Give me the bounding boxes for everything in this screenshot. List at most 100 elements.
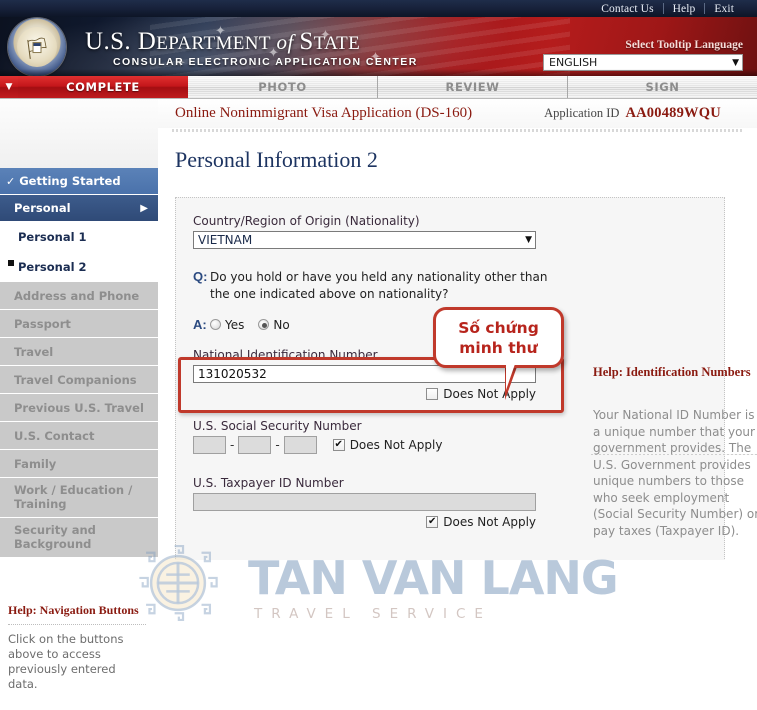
sidebar-item-label: Security and bbox=[14, 523, 96, 537]
annotation-callout-line2: minh thư bbox=[459, 338, 538, 357]
tooltip-language-select[interactable]: ENGLISH ▼ bbox=[543, 54, 743, 71]
sidebar-item-label: Previous U.S. Travel bbox=[14, 400, 144, 415]
annotation-callout-line1: Số chứng bbox=[458, 318, 539, 337]
ssn-segment-3[interactable] bbox=[283, 436, 317, 454]
sidebar-item-family: Family bbox=[0, 450, 158, 478]
application-page: Contact Us Help Exit ✦ ✦ ✦ ✦ ✦ 🏳 U.S. DE… bbox=[0, 0, 757, 710]
tab-complete[interactable]: COMPLETE bbox=[18, 76, 188, 98]
check-icon: ✓ bbox=[6, 174, 16, 188]
tab-sign[interactable]: SIGN bbox=[568, 76, 757, 98]
sidebar-item-passport: Passport bbox=[0, 310, 158, 338]
question-row: Q: Do you hold or have you held any nati… bbox=[193, 269, 556, 303]
chevron-down-icon: ▼ bbox=[732, 57, 739, 68]
ssn-group: U.S. Social Security Number - - ✔ Does N… bbox=[193, 419, 556, 454]
country-value: VIETNAM bbox=[198, 233, 253, 247]
sidebar-item-getting-started[interactable]: ✓ Getting Started bbox=[0, 168, 158, 195]
contact-us-link[interactable]: Contact Us bbox=[592, 2, 662, 16]
sidebar-item-previous-us-travel: Previous U.S. Travel bbox=[0, 394, 158, 422]
application-header: Online Nonimmigrant Visa Application (DS… bbox=[158, 99, 757, 128]
sidebar-item-personal[interactable]: Personal ▶ bbox=[0, 195, 158, 222]
taxpayer-id-dna-checkbox[interactable]: ✔ bbox=[426, 516, 439, 528]
answer-marker: A: bbox=[193, 317, 207, 332]
sidebar-item-label-line2: Background bbox=[14, 536, 92, 551]
tab-photo[interactable]: PHOTO bbox=[188, 76, 378, 98]
sidebar-item-label: Personal 1 bbox=[18, 230, 87, 244]
question-marker: Q: bbox=[193, 269, 208, 284]
country-field-group: Country/Region of Origin (Nationality) V… bbox=[193, 214, 556, 249]
sidebar-nav-list: ✓ Getting Started Personal ▶ Personal 1 … bbox=[0, 168, 158, 558]
national-id-dna-label: Does Not Apply bbox=[443, 387, 536, 401]
ssn-label: U.S. Social Security Number bbox=[193, 419, 362, 433]
taxpayer-id-input bbox=[193, 493, 536, 511]
seal-inner-ring: 🏳 bbox=[17, 27, 57, 67]
sidebar-item-address-and-phone: Address and Phone bbox=[0, 282, 158, 310]
sidebar-item-travel-companions: Travel Companions bbox=[0, 366, 158, 394]
department-subtitle: CONSULAR ELECTRONIC APPLICATION CENTER bbox=[113, 56, 418, 68]
exit-link[interactable]: Exit bbox=[705, 2, 743, 16]
taxpayer-id-label: U.S. Taxpayer ID Number bbox=[193, 476, 344, 490]
tab-review[interactable]: REVIEW bbox=[378, 76, 568, 98]
page-title: Personal Information 2 bbox=[175, 147, 378, 172]
sidebar-item-label: Work / Education / bbox=[14, 483, 133, 497]
sidebar: ✓ Getting Started Personal ▶ Personal 1 … bbox=[0, 99, 158, 710]
radio-no-label: No bbox=[273, 317, 290, 332]
national-id-dna-checkbox[interactable] bbox=[426, 388, 439, 400]
ssn-dna-row: ✔ Does Not Apply bbox=[332, 438, 443, 452]
annotation-callout-tail-inner bbox=[506, 364, 515, 390]
department-title: U.S. DEPARTMENT of STATE bbox=[85, 28, 360, 56]
annotation-callout-bubble: Số chứng minh thư bbox=[433, 307, 564, 368]
sidebar-item-label: U.S. Contact bbox=[14, 428, 95, 443]
us-great-seal-icon: 🏳 bbox=[8, 18, 66, 76]
sidebar-item-label: Personal bbox=[14, 201, 71, 215]
sidebar-item-personal-2[interactable]: Personal 2 bbox=[0, 252, 158, 282]
title-tate: TATE bbox=[313, 33, 361, 54]
help-panel-title: Help: Identification Numbers bbox=[593, 365, 751, 379]
sidebar-item-label: Address and Phone bbox=[14, 288, 140, 303]
country-select[interactable]: VIETNAM ▼ bbox=[193, 231, 536, 249]
header-divider bbox=[172, 129, 744, 132]
sidebar-item-label: Passport bbox=[14, 316, 71, 331]
sidebar-top-spacer bbox=[0, 99, 158, 168]
tooltip-language-label: Select Tooltip Language bbox=[625, 39, 743, 51]
title-s: S bbox=[299, 28, 314, 55]
ssn-dash: - bbox=[275, 438, 280, 452]
help-link[interactable]: Help bbox=[664, 2, 705, 16]
sidebar-item-security-and-background: Security and Background bbox=[0, 518, 158, 558]
sidebar-item-travel: Travel bbox=[0, 338, 158, 366]
masthead-banner: ✦ ✦ ✦ ✦ ✦ 🏳 U.S. DEPARTMENT of STATE CON… bbox=[0, 17, 757, 76]
progress-tabstrip: ▼ COMPLETE PHOTO REVIEW SIGN bbox=[0, 76, 757, 99]
sidebar-help-body: Click on the buttons above to access pre… bbox=[8, 632, 124, 691]
sidebar-item-label-line2: Training bbox=[14, 496, 67, 511]
title-d: D bbox=[137, 28, 157, 55]
taxpayer-id-dna-label: Does Not Apply bbox=[443, 515, 536, 529]
sidebar-item-label: Travel bbox=[14, 344, 54, 359]
sidebar-item-label: Getting Started bbox=[19, 174, 121, 188]
sidebar-item-label: Family bbox=[14, 456, 57, 471]
ssn-segment-2[interactable] bbox=[238, 436, 272, 454]
ssn-input-row: - - ✔ Does Not Apply bbox=[193, 436, 556, 454]
ssn-segment-1[interactable] bbox=[193, 436, 226, 454]
radio-yes[interactable] bbox=[210, 319, 221, 330]
tooltip-language-value: ENGLISH bbox=[549, 56, 598, 69]
radio-no[interactable] bbox=[258, 319, 270, 330]
title-epartment: EPARTMENT bbox=[156, 33, 271, 54]
seal-shield-icon bbox=[32, 42, 42, 54]
content-bottom-spacer bbox=[158, 560, 757, 710]
ssn-dna-label: Does Not Apply bbox=[349, 438, 443, 452]
ssn-dna-checkbox[interactable]: ✔ bbox=[332, 439, 345, 451]
caret-down-icon: ▼ bbox=[0, 76, 18, 98]
help-panel-body: Your National ID Number is a unique numb… bbox=[593, 408, 757, 538]
annotation-callout-text: Số chứng minh thư bbox=[458, 318, 539, 358]
radio-yes-label: Yes bbox=[225, 317, 245, 332]
national-id-dna-row: Does Not Apply bbox=[193, 387, 536, 401]
sidebar-help-box: Help: Navigation Buttons Click on the bu… bbox=[0, 593, 158, 692]
taxpayer-id-group: U.S. Taxpayer ID Number ✔ Does Not Apply bbox=[193, 476, 556, 529]
chevron-down-icon: ▼ bbox=[525, 235, 532, 245]
chevron-right-icon: ▶ bbox=[140, 202, 148, 214]
sidebar-item-us-contact: U.S. Contact bbox=[0, 422, 158, 450]
title-us: U.S. bbox=[85, 28, 138, 55]
title-of: of bbox=[270, 30, 300, 54]
document-title: Online Nonimmigrant Visa Application (DS… bbox=[175, 105, 473, 121]
utility-bar: Contact Us Help Exit bbox=[0, 0, 757, 17]
sidebar-item-personal-1[interactable]: Personal 1 bbox=[0, 222, 158, 252]
